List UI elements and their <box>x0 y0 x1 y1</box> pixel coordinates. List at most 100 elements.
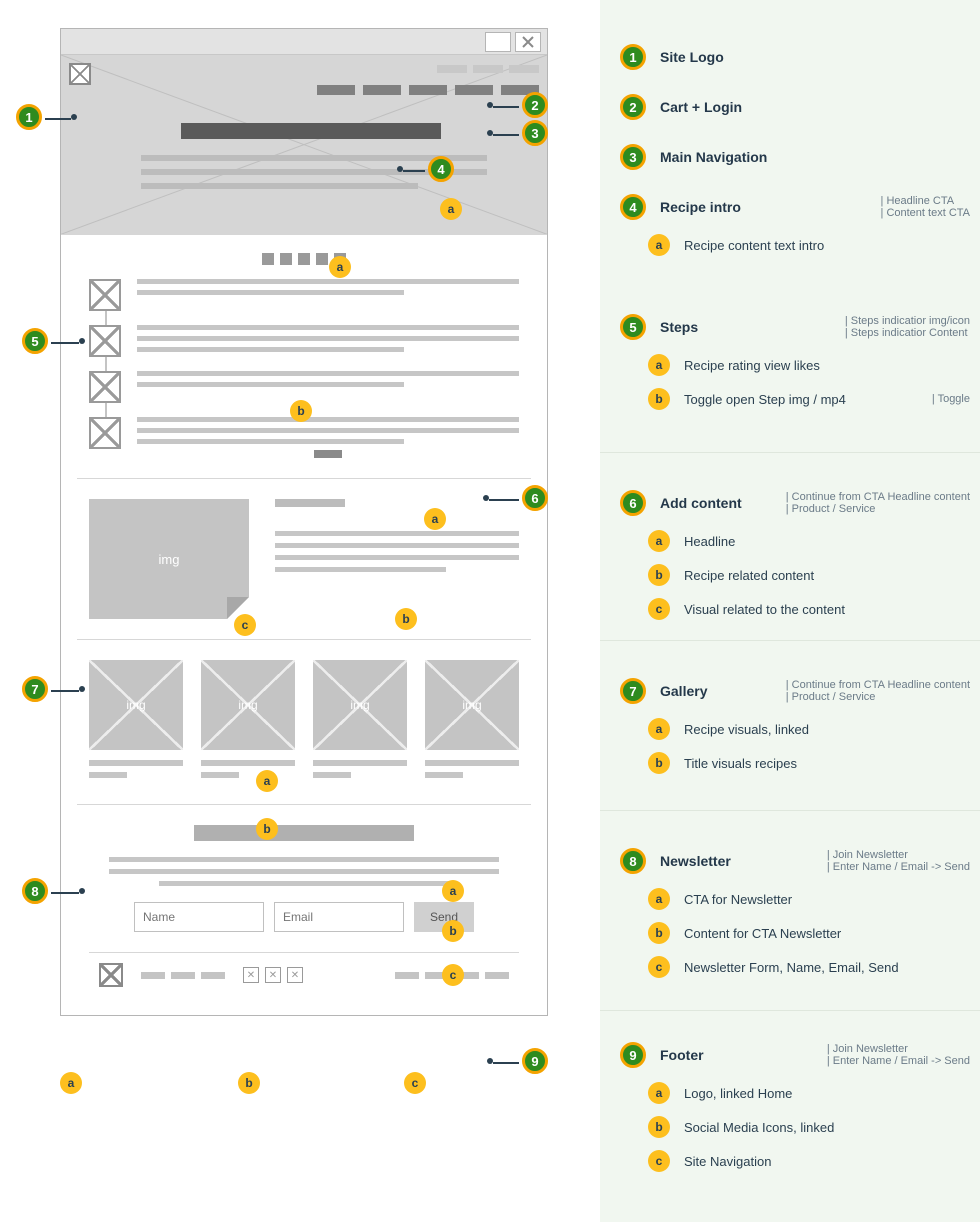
hero-headline <box>181 123 441 139</box>
legend-sidenote: | Continue from CTA Headline content| Pr… <box>786 491 970 515</box>
recipe-rating[interactable] <box>89 253 519 265</box>
footer-social[interactable]: ✕✕✕ <box>243 967 303 983</box>
legend-sub-badge: a <box>648 530 670 552</box>
window-close-button[interactable] <box>515 32 541 52</box>
legend-entry: 6Add content| Continue from CTA Headline… <box>620 490 970 620</box>
gallery-card[interactable]: img <box>313 660 407 784</box>
callout-3: 3 <box>522 120 548 146</box>
legend-number-badge: 2 <box>620 94 646 120</box>
legend-sidenote: | Headline CTA| Content text CTA <box>881 195 970 219</box>
callout-7: 7 <box>22 676 48 702</box>
footer-nav-left[interactable] <box>141 972 225 979</box>
legend-entry: 4 Recipe intro | Headline CTA| Content tex… <box>620 194 970 256</box>
legend-entry: 2 Cart + Login <box>620 94 970 120</box>
callout-2: 2 <box>522 92 548 118</box>
add-content-headline <box>275 499 345 507</box>
image-label: img <box>159 552 180 567</box>
legend-sub-text: Headline <box>684 534 735 549</box>
legend-entry: 5 Steps | Steps indicatior img/icon| Steps… <box>620 314 970 410</box>
legend-title: Steps <box>660 319 698 335</box>
recipe-steps <box>89 279 519 458</box>
legend-title: Site Logo <box>660 49 724 65</box>
callout-6: 6 <box>522 485 548 511</box>
legend-sub-badge: b <box>648 922 670 944</box>
add-content-section: img <box>89 499 519 619</box>
legend-sub-badge: a <box>648 888 670 910</box>
hero-section <box>61 55 547 235</box>
site-logo[interactable] <box>69 63 91 85</box>
newsletter-headline <box>194 825 414 841</box>
legend-title: Cart + Login <box>660 99 742 115</box>
sub-b: b <box>238 1072 260 1094</box>
legend-sidenote: | Steps indicatior img/icon| Steps indic… <box>845 315 970 339</box>
cart-login-nav[interactable] <box>437 65 539 73</box>
legend-sub-text: Recipe content text intro <box>684 238 824 253</box>
legend-sub-text: Content for CTA Newsletter <box>684 926 841 941</box>
legend-number-badge: 1 <box>620 44 646 70</box>
legend-title: Main Navigation <box>660 149 767 165</box>
gallery: img img img img <box>89 660 519 784</box>
legend-title: Newsletter <box>660 853 731 869</box>
legend-sub-text: Title visuals recipes <box>684 756 797 771</box>
legend-number-badge: 6 <box>620 490 646 516</box>
callout-9: 9 <box>522 1048 548 1074</box>
legend-title: Recipe intro <box>660 199 741 215</box>
sub-c: c <box>404 1072 426 1094</box>
main-navigation[interactable] <box>317 85 539 95</box>
step-item <box>137 371 519 409</box>
legend-sub-text: Site Navigation <box>684 1154 771 1169</box>
legend-title: Footer <box>660 1047 704 1063</box>
name-field[interactable] <box>134 902 264 932</box>
gallery-card[interactable]: img <box>89 660 183 784</box>
legend-number-badge: 4 <box>620 194 646 220</box>
sub-c: c <box>442 964 464 986</box>
footer-logo[interactable] <box>99 963 123 987</box>
sub-a: a <box>442 880 464 902</box>
legend-number-badge: 3 <box>620 144 646 170</box>
legend-number-badge: 5 <box>620 314 646 340</box>
legend-sub-text: Recipe visuals, linked <box>684 722 809 737</box>
gallery-card[interactable]: img <box>425 660 519 784</box>
wireframe-frame: img img img img <box>60 28 548 1016</box>
sub-a: a <box>60 1072 82 1094</box>
legend-sub-text: Social Media Icons, linked <box>684 1120 834 1135</box>
legend-sub-text: Visual related to the content <box>684 602 845 617</box>
legend-panel: 1 Site Logo 2 Cart + Login 3 Main Navigation 4… <box>600 0 980 1222</box>
email-field[interactable] <box>274 902 404 932</box>
legend-entry: 8Newsletter| Join Newsletter| Enter Name… <box>620 848 970 978</box>
window-minimize-button[interactable] <box>485 32 511 52</box>
step-icon <box>89 371 121 403</box>
sub-b: b <box>442 920 464 942</box>
legend-sub-badge: b <box>648 1116 670 1138</box>
legend-sidenote: | Continue from CTA Headline content| Pr… <box>786 679 970 703</box>
legend-entry: 9Footer| Join Newsletter| Enter Name / E… <box>620 1042 970 1172</box>
callout-4: 4 <box>428 156 454 182</box>
step-toggle[interactable] <box>314 450 342 458</box>
legend-title: Gallery <box>660 683 707 699</box>
sub-a: a <box>440 198 462 220</box>
legend-sub-text: Newsletter Form, Name, Email, Send <box>684 960 899 975</box>
legend-sub-badge: b <box>648 752 670 774</box>
legend-sub-text: Recipe rating view likes <box>684 358 820 373</box>
gallery-card[interactable]: img <box>201 660 295 784</box>
legend-entry: 7 Gallery | Continue from CTA Headline con… <box>620 678 970 774</box>
legend-sub-badge: b <box>648 388 670 410</box>
legend-sub-badge: c <box>648 598 670 620</box>
content-image: img <box>89 499 249 619</box>
legend-number-badge: 8 <box>620 848 646 874</box>
legend-sub-badge: c <box>648 956 670 978</box>
legend-entry: 1 Site Logo <box>620 44 970 70</box>
legend-entry: 3 Main Navigation <box>620 144 970 170</box>
sub-b: b <box>256 818 278 840</box>
sub-a: a <box>329 256 351 278</box>
legend-sub-text: Toggle open Step img / mp4 <box>684 392 846 407</box>
legend-sub-text: Logo, linked Home <box>684 1086 792 1101</box>
newsletter-section: Send <box>89 825 519 932</box>
legend-sub-badge: c <box>648 1150 670 1172</box>
step-item <box>137 417 519 458</box>
callout-5: 5 <box>22 328 48 354</box>
sub-a: a <box>424 508 446 530</box>
legend-number-badge: 7 <box>620 678 646 704</box>
sub-b: b <box>395 608 417 630</box>
legend-sub-badge: a <box>648 354 670 376</box>
